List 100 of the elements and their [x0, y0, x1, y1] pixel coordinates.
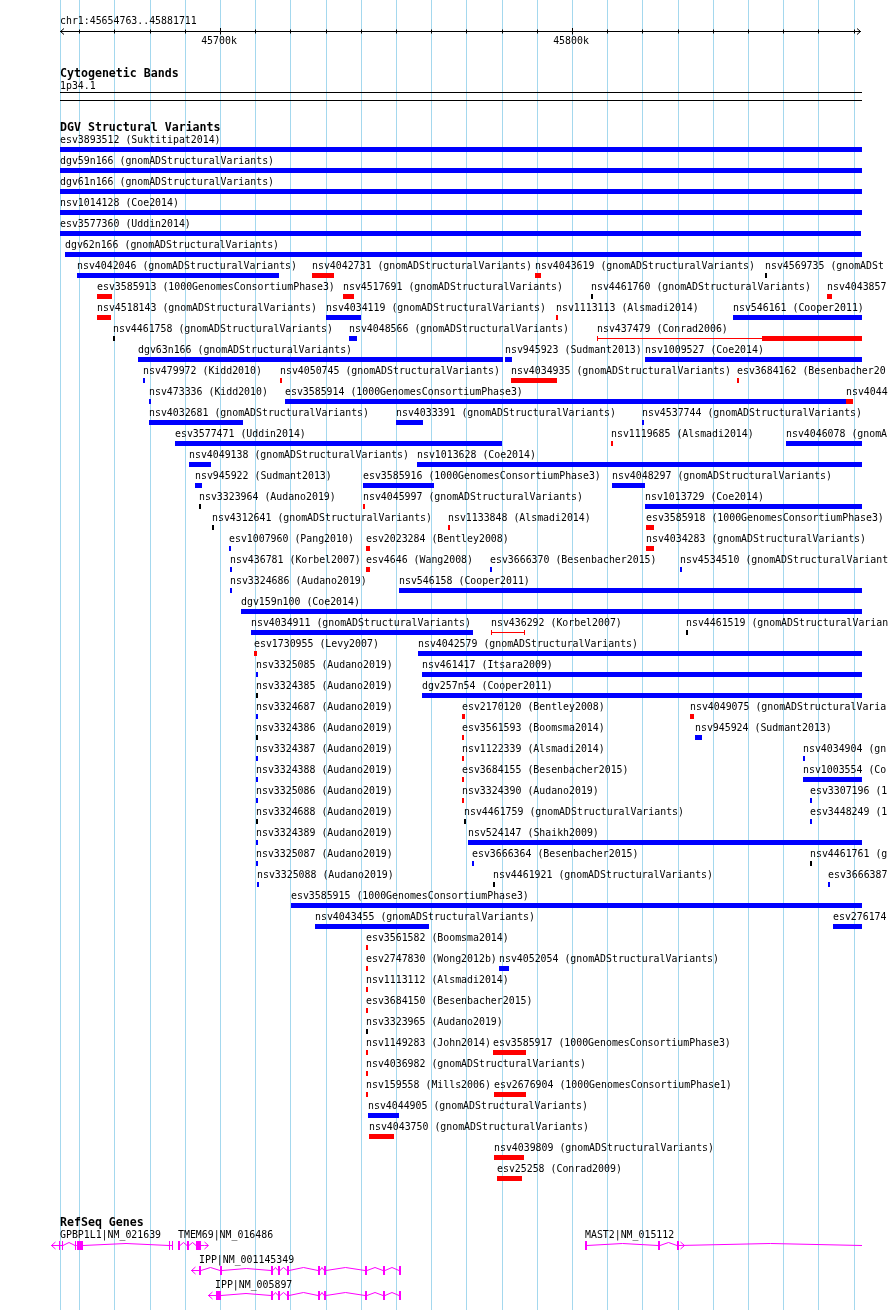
- variant-bar[interactable]: [396, 420, 423, 425]
- variant-bar[interactable]: [646, 525, 654, 530]
- variant-bracket[interactable]: [491, 630, 525, 635]
- variant-bar[interactable]: [315, 924, 429, 929]
- variant-label: nsv945922 (Sudmant2013): [195, 470, 332, 482]
- variant-bar[interactable]: [138, 357, 503, 362]
- variant-label: dgv159n100 (Coe2014): [241, 596, 360, 608]
- variant-bar[interactable]: [65, 252, 862, 257]
- variant-bar[interactable]: [417, 462, 862, 467]
- variant-label: nsv4043619 (gnomADStructuralVariants): [535, 260, 755, 272]
- gene-label: TMEM69|NM_016486: [178, 1229, 274, 1241]
- variant-bar[interactable]: [733, 315, 862, 320]
- variant-bar[interactable]: [369, 1134, 394, 1139]
- variant-label: nsv1149283 (John2014): [366, 1037, 491, 1049]
- variant-bar[interactable]: [326, 315, 361, 320]
- gene-model-drawing[interactable]: [585, 1240, 862, 1251]
- variant-bar[interactable]: [241, 609, 862, 614]
- variant-label: nsv4052054 (gnomADStructuralVariants): [499, 953, 719, 965]
- variant-bar[interactable]: [535, 273, 541, 278]
- gene-model-drawing[interactable]: [178, 1240, 209, 1251]
- gene-model-drawing[interactable]: [191, 1265, 401, 1276]
- track-title: RefSeq Genes: [60, 1216, 144, 1229]
- variant-label: nsv4043750 (gnomADStructuralVariants): [369, 1121, 589, 1133]
- variant-bar[interactable]: [833, 924, 862, 929]
- variant-bar[interactable]: [786, 441, 862, 446]
- variant-bar[interactable]: [493, 1050, 526, 1055]
- variant-label: nsv4042579 (gnomADStructuralVariants): [418, 638, 638, 650]
- variant-label: nsv4517691 (gnomADStructuralVariants): [343, 281, 563, 293]
- variant-bar[interactable]: [368, 1113, 399, 1118]
- variant-label: nsv1013628 (Coe2014): [417, 449, 536, 461]
- variant-label: esv3577360 (Uddin2014): [60, 218, 191, 230]
- variant-label: nsv4044905 (gnomADStructuralVariants): [368, 1100, 588, 1112]
- variant-bar[interactable]: [462, 714, 465, 719]
- variant-bar[interactable]: [195, 483, 202, 488]
- variant-bar[interactable]: [803, 777, 862, 782]
- variant-bar[interactable]: [363, 483, 434, 488]
- variant-bar[interactable]: [77, 273, 279, 278]
- variant-bar[interactable]: [254, 651, 257, 656]
- variant-bar[interactable]: [494, 1155, 524, 1160]
- variant-label: nsv4046078 (gnomA: [786, 428, 888, 440]
- variant-bar[interactable]: [846, 399, 853, 404]
- variant-bar[interactable]: [60, 147, 862, 152]
- gene-label: GPBP1L1|NM_021639: [60, 1229, 162, 1241]
- variant-bar[interactable]: [646, 546, 654, 551]
- variant-label: esv3684150 (Besenbacher2015): [366, 995, 533, 1007]
- variant-bar[interactable]: [499, 966, 509, 971]
- variant-label: nsv1013729 (Coe2014): [645, 491, 764, 503]
- variant-label: nsv4043857: [827, 281, 887, 293]
- variant-label: nsv4042731 (gnomADStructuralVariants): [312, 260, 532, 272]
- variant-bar[interactable]: [312, 273, 334, 278]
- variant-bracket[interactable]: [597, 336, 862, 341]
- variant-bar[interactable]: [60, 168, 862, 173]
- variant-bar[interactable]: [422, 693, 862, 698]
- variant-label: nsv4034283 (gnomADStructuralVariants): [646, 533, 866, 545]
- variant-bar[interactable]: [645, 357, 862, 362]
- variant-bar[interactable]: [366, 546, 370, 551]
- variant-bar[interactable]: [827, 294, 832, 299]
- gene-model-drawing[interactable]: [51, 1240, 173, 1251]
- variant-label: nsv4034904 (gn: [803, 743, 887, 755]
- gene-model-drawing[interactable]: [208, 1290, 401, 1301]
- variant-bar[interactable]: [60, 210, 862, 215]
- variant-bar[interactable]: [695, 735, 702, 740]
- variant-label: nsv4518143 (gnomADStructuralVariants): [97, 302, 317, 314]
- variant-bar[interactable]: [97, 315, 111, 320]
- variant-label: nsv159558 (Mills2006): [366, 1079, 491, 1091]
- variant-bar[interactable]: [60, 231, 861, 236]
- variant-bar[interactable]: [149, 420, 243, 425]
- variant-bar[interactable]: [366, 567, 370, 572]
- variant-bar[interactable]: [291, 903, 862, 908]
- variant-label: nsv4034935 (gnomADStructuralVariants): [511, 365, 731, 377]
- variant-bar[interactable]: [612, 483, 645, 488]
- tick-label: 45800k: [553, 35, 589, 47]
- variant-label: esv2170120 (Bentley2008): [462, 701, 605, 713]
- variant-bar[interactable]: [418, 651, 862, 656]
- variant-bar[interactable]: [422, 672, 862, 677]
- variant-label: nsv4461519 (gnomADStructuralVarian: [686, 617, 889, 629]
- variant-label: nsv3324389 (Audano2019): [256, 827, 393, 839]
- variant-bar[interactable]: [251, 630, 473, 635]
- variant-bar[interactable]: [494, 1092, 526, 1097]
- variant-bar[interactable]: [60, 189, 862, 194]
- variant-bar[interactable]: [497, 1176, 522, 1181]
- variant-bar[interactable]: [285, 399, 846, 404]
- variant-bar[interactable]: [349, 336, 357, 341]
- variant-bar[interactable]: [468, 840, 862, 845]
- variant-bar[interactable]: [690, 714, 694, 719]
- variant-label: esv2747830 (Wong2012b): [366, 953, 497, 965]
- variant-bar[interactable]: [399, 588, 862, 593]
- variant-label: nsv546161 (Cooper2011): [733, 302, 864, 314]
- variant-bar[interactable]: [97, 294, 112, 299]
- variant-bar[interactable]: [645, 504, 862, 509]
- variant-bar[interactable]: [343, 294, 354, 299]
- variant-label: nsv3324688 (Audano2019): [256, 806, 393, 818]
- variant-label: nsv4034911 (gnomADStructuralVariants): [251, 617, 471, 629]
- variant-bar[interactable]: [189, 462, 211, 467]
- variant-bar[interactable]: [175, 441, 502, 446]
- variant-label: nsv1003554 (Co: [803, 764, 887, 776]
- variant-label: nsv4032681 (gnomADStructuralVariants): [149, 407, 369, 419]
- variant-bar[interactable]: [505, 357, 512, 362]
- variant-bar[interactable]: [511, 378, 557, 383]
- variant-label: nsv3325085 (Audano2019): [256, 659, 393, 671]
